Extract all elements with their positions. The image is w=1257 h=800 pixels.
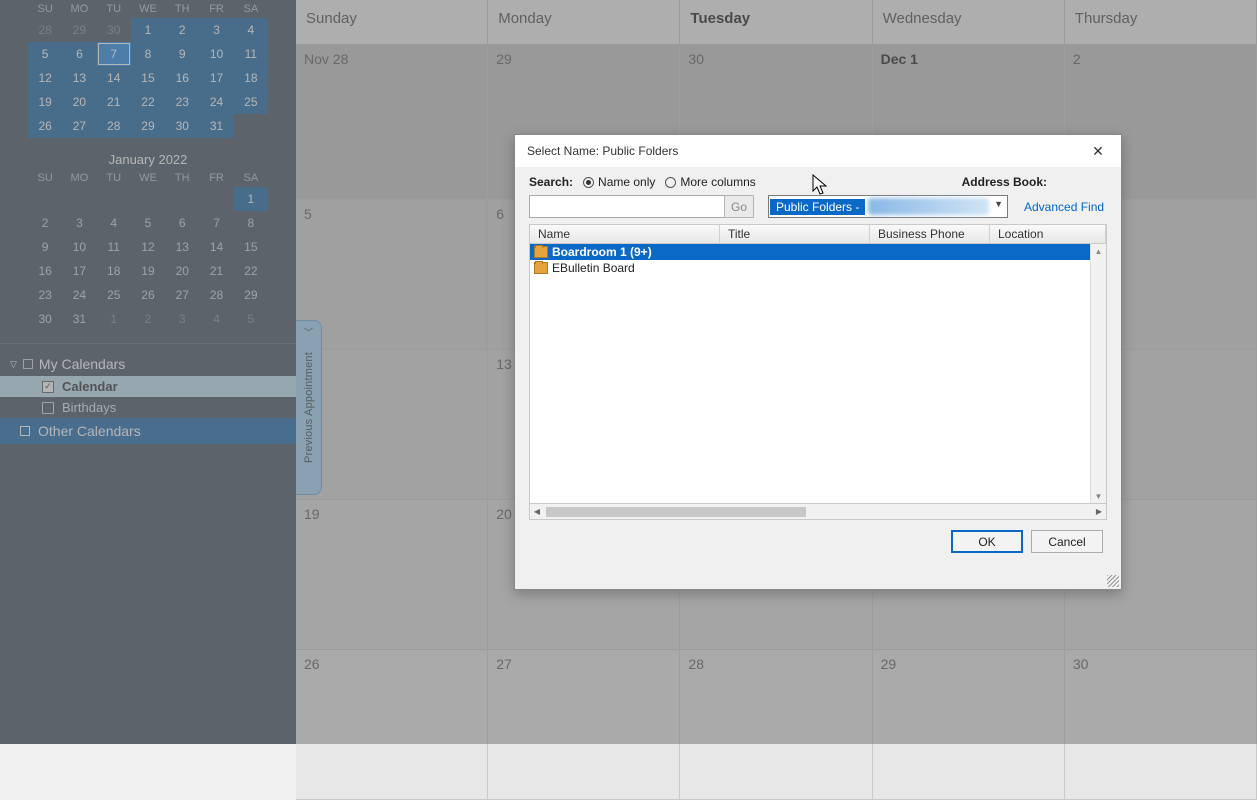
redacted-text [868, 198, 989, 215]
search-input[interactable] [529, 195, 725, 218]
scroll-left-icon[interactable]: ◀ [530, 507, 544, 516]
folder-icon [534, 246, 548, 258]
radio-more-columns[interactable]: More columns [665, 175, 755, 189]
cancel-button[interactable]: Cancel [1031, 530, 1103, 553]
dialog-title: Select Name: Public Folders [527, 144, 678, 158]
dialog-titlebar[interactable]: Select Name: Public Folders ✕ [515, 135, 1121, 167]
address-book-select[interactable]: Public Folders - ▼ [768, 195, 1008, 218]
radio-icon [583, 177, 594, 188]
col-business-phone[interactable]: Business Phone [870, 225, 990, 243]
radio-icon [665, 177, 676, 188]
resize-grip-icon[interactable] [1107, 575, 1119, 587]
select-name-dialog: Select Name: Public Folders ✕ Search: Na… [514, 134, 1122, 590]
col-location[interactable]: Location [990, 225, 1106, 243]
col-title[interactable]: Title [720, 225, 870, 243]
close-button[interactable]: ✕ [1083, 137, 1113, 165]
address-book-label: Address Book: [962, 175, 1047, 189]
col-name[interactable]: Name [530, 225, 720, 243]
chevron-down-icon: ▼ [994, 199, 1003, 209]
address-name: Boardroom 1 (9+) [552, 245, 652, 259]
scroll-up-icon[interactable]: ▲ [1091, 244, 1106, 258]
horizontal-scrollbar[interactable]: ◀ ▶ [529, 504, 1107, 520]
vertical-scrollbar[interactable]: ▲ ▼ [1090, 244, 1106, 503]
go-button[interactable]: Go [724, 195, 754, 218]
ok-button[interactable]: OK [951, 530, 1023, 553]
results-list[interactable]: Boardroom 1 (9+) EBulletin Board ▲ ▼ [529, 244, 1107, 504]
scroll-down-icon[interactable]: ▼ [1091, 489, 1106, 503]
dialog-body: Search: Name only More columns Address B… [515, 167, 1121, 589]
address-list-row[interactable]: EBulletin Board [530, 260, 1090, 276]
radio-name-only[interactable]: Name only [583, 175, 655, 189]
advanced-find-link[interactable]: Advanced Find [1024, 200, 1104, 214]
results-header[interactable]: Name Title Business Phone Location [529, 224, 1107, 244]
search-label: Search: [529, 175, 573, 189]
address-name: EBulletin Board [552, 261, 635, 275]
scroll-thumb[interactable] [546, 507, 806, 517]
address-book-value: Public Folders - [770, 199, 865, 215]
address-list-row[interactable]: Boardroom 1 (9+) [530, 244, 1090, 260]
folder-icon [534, 262, 548, 274]
scroll-right-icon[interactable]: ▶ [1092, 507, 1106, 516]
